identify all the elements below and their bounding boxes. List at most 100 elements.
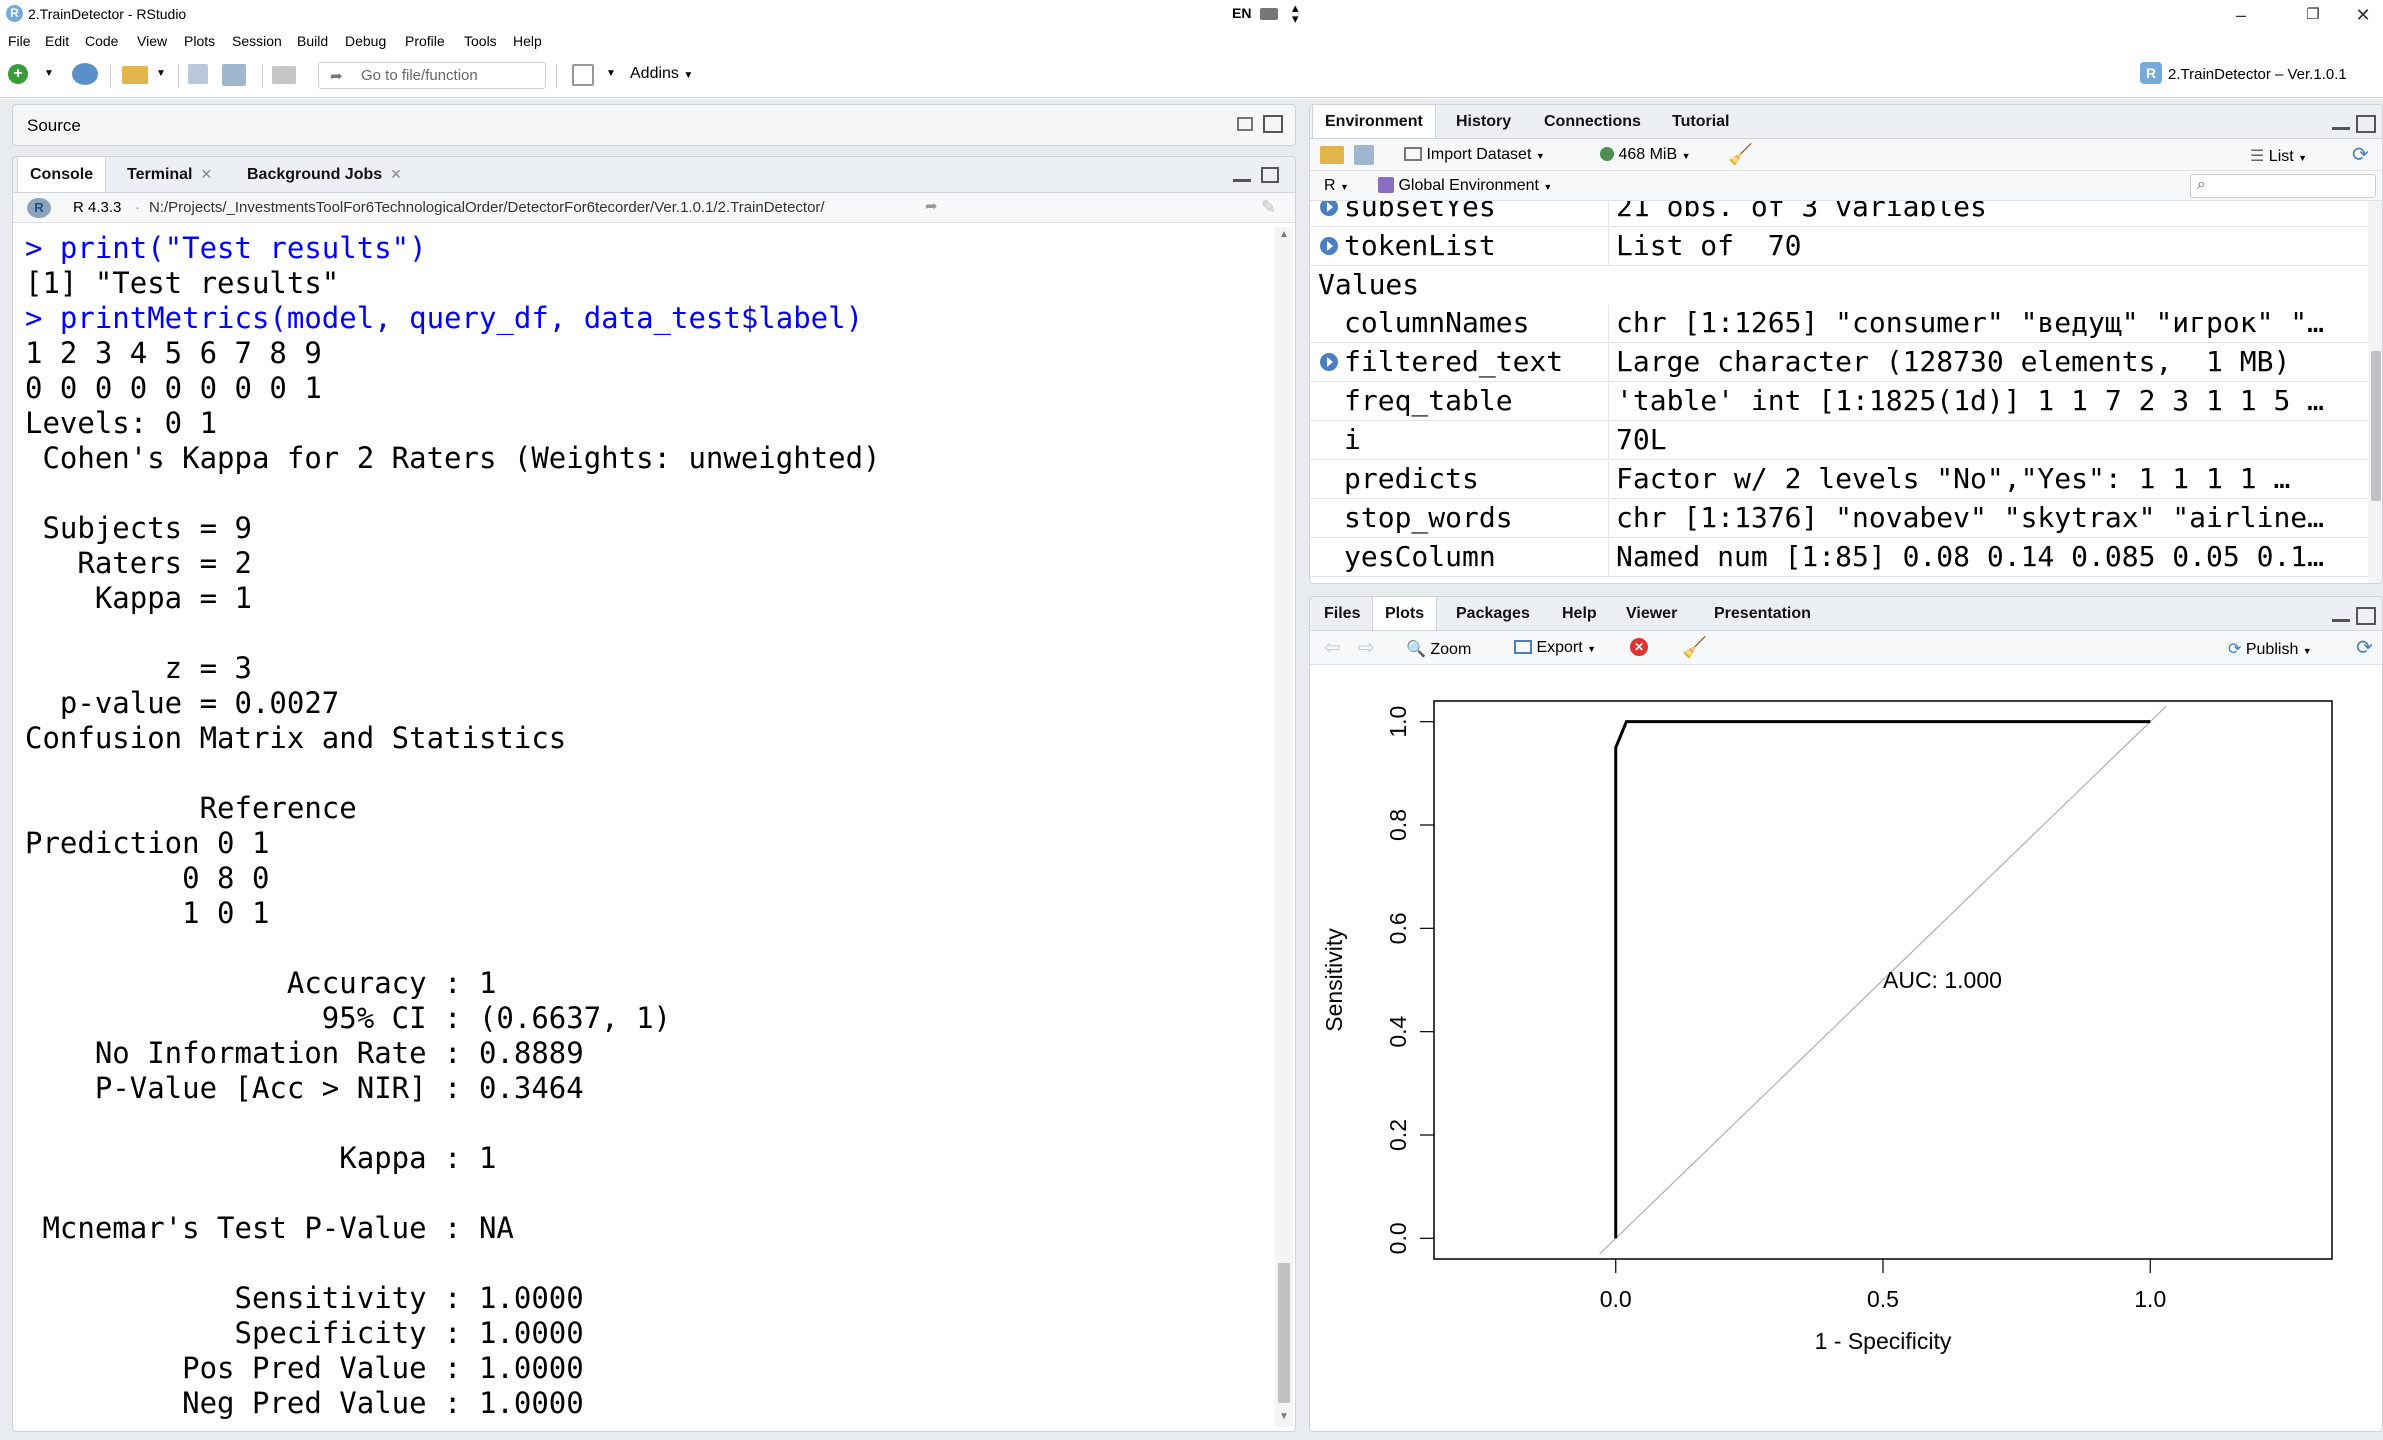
tab-plots[interactable]: Plots bbox=[1372, 597, 1438, 630]
tab-environment[interactable]: Environment bbox=[1312, 105, 1436, 138]
menu-help[interactable]: Help bbox=[513, 33, 542, 49]
expand-arrow-icon[interactable] bbox=[1320, 201, 1338, 216]
close-tab-icon[interactable]: ✕ bbox=[390, 166, 402, 183]
publish-menu[interactable]: ⟳ Publish ▼ bbox=[2228, 639, 2312, 659]
go-to-directory-icon[interactable]: ➦ bbox=[925, 197, 938, 215]
environment-row[interactable]: stop_words chr [1:1376] "novabev" "skytra… bbox=[1310, 500, 2368, 538]
menu-tools[interactable]: Tools bbox=[464, 33, 497, 49]
tab-packages[interactable]: Packages bbox=[1444, 597, 1542, 630]
y-tick-label: 0.2 bbox=[1385, 1119, 1411, 1151]
addins-menu[interactable]: Addins ▼ bbox=[630, 65, 693, 83]
variable-name: columnNames bbox=[1344, 306, 1530, 339]
restore-pane-icon[interactable] bbox=[1237, 117, 1253, 131]
zoom-button[interactable]: 🔍 Zoom bbox=[1406, 639, 1471, 659]
menu-file[interactable]: File bbox=[8, 33, 31, 49]
minimize-pane-icon[interactable] bbox=[2332, 619, 2350, 622]
forward-arrow-icon[interactable]: ⇨ bbox=[1358, 635, 1375, 660]
open-folder-icon[interactable] bbox=[122, 66, 148, 84]
environment-scope-menu[interactable]: Global Environment ▼ bbox=[1378, 177, 1552, 195]
tab-connections[interactable]: Connections bbox=[1532, 105, 1653, 138]
language-selector[interactable]: R ▼ bbox=[1324, 177, 1349, 195]
expand-arrow-icon[interactable] bbox=[1320, 353, 1338, 371]
scrollbar-thumb[interactable] bbox=[1278, 1263, 1290, 1403]
menu-build[interactable]: Build bbox=[297, 33, 328, 49]
maximize-pane-icon[interactable] bbox=[1263, 115, 1283, 133]
grid-layout-icon[interactable] bbox=[572, 64, 594, 86]
environment-scrollbar[interactable] bbox=[2368, 201, 2382, 583]
project-menu[interactable]: 2.TrainDetector – Ver.1.0.1 bbox=[2168, 66, 2347, 83]
console-scrollbar[interactable]: ▲ ▼ bbox=[1275, 227, 1293, 1427]
tab-presentation[interactable]: Presentation bbox=[1702, 597, 1823, 630]
refresh-icon[interactable]: ⟳ bbox=[2356, 635, 2373, 660]
tab-connections-label: Connections bbox=[1544, 112, 1641, 130]
minimize-button[interactable]: – bbox=[2218, 2, 2264, 28]
tab-tutorial[interactable]: Tutorial bbox=[1660, 105, 1741, 138]
variable-value: chr [1:1265] "consumer" "ведущ" "игрок" … bbox=[1616, 306, 2325, 339]
tab-terminal-label: Terminal bbox=[127, 165, 193, 183]
expand-arrow-icon[interactable] bbox=[1320, 237, 1338, 255]
language-indicator[interactable]: EN bbox=[1232, 5, 1251, 21]
tab-background-jobs[interactable]: Background Jobs ✕ bbox=[235, 157, 414, 192]
view-mode-menu[interactable]: ☰ List ▼ bbox=[2250, 146, 2307, 166]
tab-console[interactable]: Console bbox=[17, 157, 107, 192]
tab-terminal[interactable]: Terminal ✕ bbox=[115, 157, 224, 192]
go-to-file-input[interactable]: Go to file/function bbox=[318, 62, 546, 89]
clear-console-icon[interactable]: ✎ bbox=[1261, 197, 1276, 218]
working-directory-path[interactable]: N:/Projects/_InvestmentsToolFor6Technolo… bbox=[149, 199, 825, 216]
menu-code[interactable]: Code bbox=[85, 33, 118, 49]
tab-history[interactable]: History bbox=[1444, 105, 1523, 138]
menu-debug[interactable]: Debug bbox=[345, 33, 386, 49]
environment-row[interactable]: yesColumn Named num [1:85] 0.08 0.14 0.08… bbox=[1310, 539, 2368, 577]
broom-clear-icon[interactable]: 🧹 bbox=[1682, 635, 1707, 660]
chevron-down-icon[interactable]: ▼ bbox=[606, 68, 616, 79]
memory-usage-menu[interactable]: 468 MiB ▼ bbox=[1600, 146, 1691, 164]
new-file-icon[interactable]: + bbox=[8, 64, 28, 84]
menu-edit[interactable]: Edit bbox=[45, 33, 69, 49]
menu-view[interactable]: View bbox=[137, 33, 167, 49]
back-arrow-icon[interactable]: ⇦ bbox=[1324, 635, 1341, 660]
tab-files[interactable]: Files bbox=[1312, 597, 1372, 630]
environment-row[interactable]: freq_table 'table' int [1:1825(1d)] 1 1 7… bbox=[1310, 383, 2368, 421]
keyboard-icon[interactable] bbox=[1260, 8, 1278, 20]
print-icon[interactable] bbox=[272, 66, 296, 84]
import-dataset-menu[interactable]: Import Dataset ▼ bbox=[1404, 146, 1545, 164]
arrow-right-icon: ➦ bbox=[330, 68, 343, 85]
maximize-pane-icon[interactable] bbox=[2356, 115, 2376, 133]
scroll-up-arrow[interactable]: ▲ bbox=[1279, 229, 1289, 240]
tab-viewer[interactable]: Viewer bbox=[1614, 597, 1689, 630]
environment-row[interactable]: columnNames chr [1:1265] "consumer" "веду… bbox=[1310, 305, 2368, 343]
menu-plots[interactable]: Plots bbox=[184, 33, 215, 49]
close-window-button[interactable]: ✕ bbox=[2340, 2, 2383, 28]
environment-row[interactable]: predicts Factor w/ 2 levels "No","Yes": 1… bbox=[1310, 461, 2368, 499]
restore-button[interactable]: ❐ bbox=[2290, 2, 2336, 28]
menu-session[interactable]: Session bbox=[232, 33, 282, 49]
scrollbar-thumb[interactable] bbox=[2371, 351, 2381, 501]
load-workspace-icon[interactable] bbox=[1320, 146, 1344, 164]
save-icon[interactable] bbox=[188, 64, 208, 84]
export-menu[interactable]: Export ▼ bbox=[1514, 639, 1596, 657]
environment-row[interactable]: i 70L bbox=[1310, 422, 2368, 460]
refresh-icon[interactable]: ⟳ bbox=[2352, 142, 2369, 167]
restore-pane-icon[interactable] bbox=[1261, 167, 1279, 183]
save-workspace-icon[interactable] bbox=[1354, 145, 1374, 165]
environment-row[interactable]: subsetYes 21 obs. of 3 variables bbox=[1310, 201, 2368, 227]
scroll-down-arrow[interactable]: ▼ bbox=[1279, 1411, 1289, 1422]
environment-search-input[interactable]: ⌕ bbox=[2190, 174, 2376, 198]
console-output[interactable]: > print("Test results") [1] "Test results… bbox=[25, 231, 1265, 1431]
minimize-pane-icon[interactable] bbox=[2332, 127, 2350, 130]
environment-row[interactable]: tokenList List of 70 bbox=[1310, 228, 2368, 266]
save-all-icon[interactable] bbox=[222, 64, 246, 86]
maximize-pane-icon[interactable] bbox=[2356, 607, 2376, 625]
close-tab-icon[interactable]: ✕ bbox=[201, 166, 213, 183]
chevron-updown-icon[interactable]: ▴ ▾ bbox=[1292, 1, 1299, 25]
chevron-down-icon[interactable]: ▼ bbox=[156, 68, 166, 79]
broom-clear-icon[interactable]: 🧹 bbox=[1728, 142, 1753, 167]
chevron-down-icon[interactable]: ▼ bbox=[44, 68, 54, 79]
minimize-pane-icon[interactable] bbox=[1233, 179, 1251, 182]
new-project-icon[interactable] bbox=[72, 63, 98, 85]
menu-profile[interactable]: Profile bbox=[405, 33, 445, 49]
tab-help[interactable]: Help bbox=[1550, 597, 1609, 630]
environment-row[interactable]: filtered_text Large character (128730 ele… bbox=[1310, 344, 2368, 382]
remove-plot-icon[interactable]: ✕ bbox=[1630, 638, 1648, 656]
variable-value: 21 obs. of 3 variables bbox=[1616, 201, 1987, 223]
